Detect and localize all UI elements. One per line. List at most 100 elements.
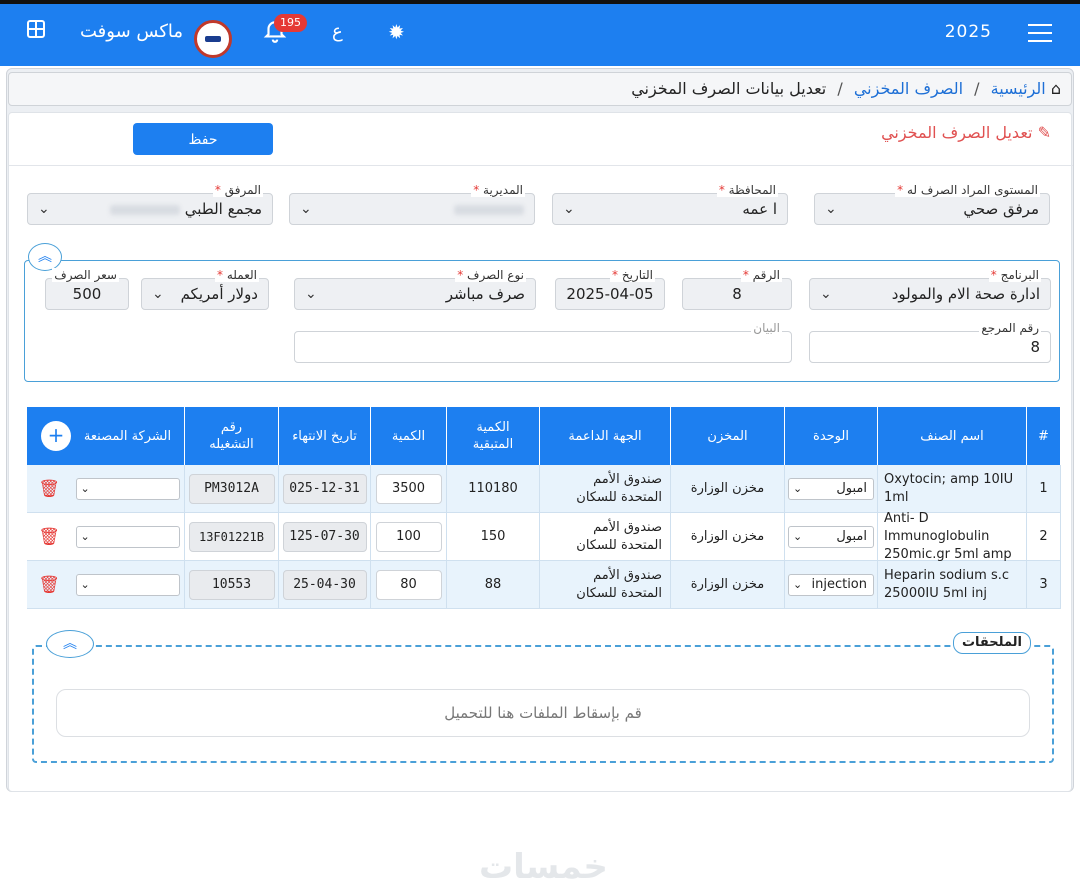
facility-select[interactable]: مجمع الطبي ⌄ bbox=[27, 193, 273, 225]
currency-label: العمله bbox=[226, 268, 257, 282]
date-field: التاريخ * 2025-04-05 bbox=[555, 268, 665, 312]
rate-field: سعر الصرف 500 bbox=[45, 268, 129, 312]
store-name: مخزن الوزارة bbox=[671, 513, 785, 561]
note-label: البيان bbox=[751, 321, 782, 335]
number-field: الرقم * 8 bbox=[682, 268, 792, 312]
batch-input[interactable]: 13F01221B bbox=[188, 522, 275, 552]
maker-select[interactable]: ⌄ bbox=[75, 478, 180, 500]
directorate-label: المديرية bbox=[483, 183, 523, 197]
brand-logo bbox=[194, 20, 232, 58]
th-remaining: الكمية المتبقية bbox=[447, 407, 540, 465]
table-row: 2 Anti- D Immunoglobulin 250mic.gr 5ml a… bbox=[27, 511, 1061, 562]
qty-input[interactable]: 3500 bbox=[375, 474, 442, 504]
language-toggle[interactable]: ع bbox=[332, 18, 343, 46]
home-icon[interactable]: ⌂ bbox=[1051, 79, 1061, 98]
rate-label: سعر الصرف bbox=[52, 268, 119, 282]
program-select[interactable]: ادارة صحة الام والمولود ⌄ bbox=[809, 278, 1051, 310]
chevron-down-icon: ⌄ bbox=[300, 201, 312, 217]
qty-input[interactable]: 100 bbox=[375, 522, 442, 552]
donor-name: صندوق الأمم المتحدة للسكان bbox=[540, 561, 671, 609]
note-input[interactable] bbox=[294, 331, 792, 363]
edit-icon: ✎ bbox=[1037, 123, 1051, 142]
store-name: مخزن الوزارة bbox=[671, 465, 785, 513]
breadcrumb: ⌂ الرئيسية / الصرف المخزني / تعديل بيانا… bbox=[8, 72, 1072, 106]
th-unit: الوحدة bbox=[785, 407, 878, 465]
number-input[interactable]: 8 bbox=[682, 278, 792, 310]
remaining-qty: 110180 bbox=[447, 465, 540, 513]
level-select[interactable]: مرفق صحي ⌄ bbox=[814, 193, 1050, 225]
date-input[interactable]: 2025-04-05 bbox=[555, 278, 665, 310]
maker-select[interactable]: ⌄ bbox=[75, 526, 180, 548]
chevron-down-icon: ⌄ bbox=[825, 201, 837, 217]
notification-badge: 195 bbox=[274, 14, 307, 32]
save-button[interactable]: حفظ bbox=[133, 123, 273, 155]
expiry-input[interactable]: 25-04-30 bbox=[282, 570, 367, 600]
type-field: نوع الصرف * صرف مباشر ⌄ bbox=[294, 268, 536, 312]
breadcrumb-current: تعديل بيانات الصرف المخزني bbox=[631, 79, 827, 98]
table-row: 1 Oxytocin; amp 10IU 1ml امبول ⌄ مخزن الو… bbox=[27, 465, 1061, 513]
facility-label: المرفق bbox=[224, 183, 261, 197]
th-qty: الكمية bbox=[371, 407, 447, 465]
th-donor: الجهة الداعمة bbox=[540, 407, 671, 465]
attachments-title: الملحقات bbox=[952, 632, 1031, 654]
currency-field: العمله * دولار أمريكم ⌄ bbox=[141, 268, 269, 312]
table-row: 3 Heparin sodium s.c 25000IU 5ml inj inj… bbox=[27, 561, 1061, 609]
collapse-details-button[interactable]: ︽ bbox=[28, 243, 62, 271]
ref-input[interactable]: 8 bbox=[809, 331, 1051, 363]
unit-select[interactable]: امبول ⌄ bbox=[788, 478, 874, 500]
item-name: Heparin sodium s.c 25000IU 5ml inj bbox=[878, 561, 1027, 609]
expiry-input[interactable]: 125-07-30 bbox=[282, 522, 367, 552]
rate-input[interactable]: 500 bbox=[45, 278, 129, 310]
unit-select[interactable]: امبول ⌄ bbox=[788, 526, 874, 548]
trash-icon[interactable]: 🗑 bbox=[38, 528, 60, 546]
add-row-button[interactable]: + bbox=[41, 421, 71, 451]
year-label: 2025 bbox=[944, 22, 992, 42]
trash-icon[interactable]: 🗑 bbox=[38, 576, 60, 594]
breadcrumb-home[interactable]: الرئيسية bbox=[991, 79, 1046, 98]
divider bbox=[9, 165, 1073, 166]
card-title: ✎ تعديل الصرف المخزني bbox=[881, 123, 1051, 142]
donor-name: صندوق الأمم المتحدة للسكان bbox=[540, 465, 671, 513]
batch-input[interactable]: PM3012A bbox=[188, 474, 275, 504]
gear-icon[interactable]: ✹ bbox=[388, 18, 405, 46]
directorate-select[interactable]: ⌄ bbox=[289, 193, 535, 225]
ref-label: رقم المرجع bbox=[979, 321, 1041, 335]
top-bar: 2025 ✹ ع 195 ماكس سوفت bbox=[0, 0, 1080, 66]
redacted-value bbox=[110, 204, 180, 215]
th-expiry: تاريخ الانتهاء bbox=[279, 407, 371, 465]
expiry-input[interactable]: 025-12-31 bbox=[282, 474, 367, 504]
donor-name: صندوق الأمم المتحدة للسكان bbox=[540, 513, 671, 561]
program-field: البرنامج * ادارة صحة الام والمولود ⌄ bbox=[809, 268, 1051, 312]
governorate-select[interactable]: ا عمه ⌄ bbox=[552, 193, 788, 225]
date-label: التاريخ bbox=[621, 268, 653, 282]
grid-icon[interactable] bbox=[26, 18, 46, 46]
unit-select[interactable]: injection ⌄ bbox=[788, 574, 874, 596]
collapse-attachments-button[interactable]: ︽ bbox=[46, 630, 94, 658]
program-label: البرنامج bbox=[1000, 268, 1039, 282]
type-select[interactable]: صرف مباشر ⌄ bbox=[294, 278, 536, 310]
item-name: Anti- D Immunoglobulin 250mic.gr 5ml amp bbox=[878, 511, 1027, 562]
th-store: المخزن bbox=[671, 407, 785, 465]
governorate-label: المحافظة bbox=[728, 183, 776, 197]
watermark: خمسات bbox=[479, 847, 608, 887]
hamburger-icon[interactable] bbox=[1028, 18, 1052, 48]
chevron-down-icon: ⌄ bbox=[305, 286, 317, 302]
governorate-field: المحافظة * ا عمه ⌄ bbox=[552, 183, 788, 227]
chevron-down-icon: ⌄ bbox=[38, 201, 50, 217]
th-item: اسم الصنف bbox=[878, 407, 1027, 465]
batch-input[interactable]: 10553 bbox=[188, 570, 275, 600]
chevron-down-icon: ⌄ bbox=[152, 286, 164, 302]
remaining-qty: 150 bbox=[447, 513, 540, 561]
file-dropzone[interactable]: قم بإسقاط الملفات هنا للتحميل bbox=[56, 689, 1030, 737]
row-num: 2 bbox=[1027, 513, 1061, 561]
maker-select[interactable]: ⌄ bbox=[75, 574, 180, 596]
currency-select[interactable]: دولار أمريكم ⌄ bbox=[141, 278, 269, 310]
level-label: المستوى المراد الصرف له bbox=[906, 183, 1038, 197]
qty-input[interactable]: 80 bbox=[375, 570, 442, 600]
ref-field: رقم المرجع 8 bbox=[809, 321, 1051, 365]
th-maker: الشركة المصنعة bbox=[71, 407, 185, 465]
trash-icon[interactable]: 🗑 bbox=[38, 480, 60, 498]
redacted-value bbox=[454, 204, 524, 215]
items-table: # اسم الصنف الوحدة المخزن الجهة الداعمة … bbox=[27, 407, 1061, 609]
breadcrumb-section[interactable]: الصرف المخزني bbox=[854, 79, 963, 98]
